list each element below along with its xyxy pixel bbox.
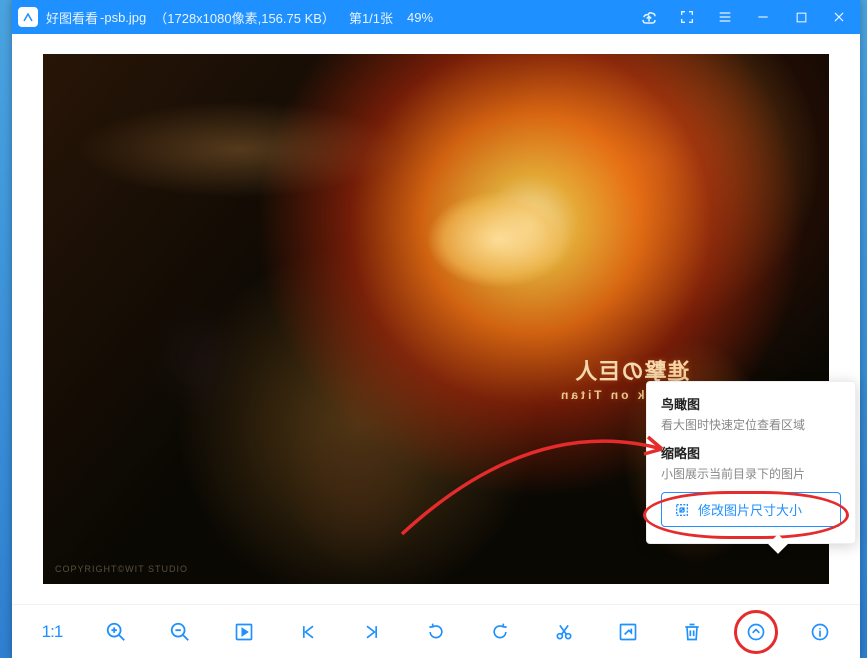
slideshow-button[interactable] (229, 617, 259, 647)
info-button[interactable] (805, 617, 835, 647)
resize-image-label: 修改图片尺寸大小 (698, 500, 802, 519)
crop-button[interactable] (549, 617, 579, 647)
fullscreen-icon[interactable] (672, 0, 702, 34)
app-logo (18, 7, 38, 27)
rotate-right-button[interactable] (485, 617, 515, 647)
close-button[interactable] (824, 0, 854, 34)
zoom-in-button[interactable] (101, 617, 131, 647)
file-name: -psb.jpg (100, 10, 146, 25)
next-button[interactable] (357, 617, 387, 647)
more-options-button[interactable] (741, 617, 771, 647)
previous-button[interactable] (293, 617, 323, 647)
resize-image-button[interactable]: 修改图片尺寸大小 (661, 492, 841, 527)
image-dimensions: （1728x1080像素,156.75 KB） (154, 8, 335, 27)
birdview-section[interactable]: 鸟瞰图 看大图时快速定位查看区域 (661, 394, 841, 433)
thumbnail-desc: 小图展示当前目录下的图片 (661, 465, 841, 482)
app-window: 好图看看 -psb.jpg （1728x1080像素,156.75 KB） 第1… (12, 0, 860, 658)
upload-icon[interactable] (634, 0, 664, 34)
minimize-button[interactable] (748, 0, 778, 34)
birdview-title: 鸟瞰图 (661, 394, 841, 413)
more-options-popup: 鸟瞰图 看大图时快速定位查看区域 缩略图 小图展示当前目录下的图片 修改图片尺寸… (646, 381, 856, 544)
maximize-button[interactable] (786, 0, 816, 34)
actual-size-button[interactable]: 1:1 (37, 617, 67, 647)
edit-button[interactable] (613, 617, 643, 647)
zoom-out-button[interactable] (165, 617, 195, 647)
thumbnail-title: 缩略图 (661, 443, 841, 462)
thumbnail-section[interactable]: 缩略图 小图展示当前目录下的图片 (661, 443, 841, 482)
birdview-desc: 看大图时快速定位查看区域 (661, 416, 841, 433)
bottom-toolbar: 1:1 (12, 604, 860, 658)
titlebar: 好图看看 -psb.jpg （1728x1080像素,156.75 KB） 第1… (12, 0, 860, 34)
image-viewport[interactable]: 進撃の巨人 Attack on Titan COPYRIGHT©WIT STUD… (12, 34, 860, 604)
delete-button[interactable] (677, 617, 707, 647)
zoom-level: 49% (407, 10, 433, 25)
app-name: 好图看看 (46, 8, 98, 27)
poster-copyright: COPYRIGHT©WIT STUDIO (55, 564, 188, 574)
menu-icon[interactable] (710, 0, 740, 34)
rotate-left-button[interactable] (421, 617, 451, 647)
page-indicator: 第1/1张 (349, 8, 393, 27)
